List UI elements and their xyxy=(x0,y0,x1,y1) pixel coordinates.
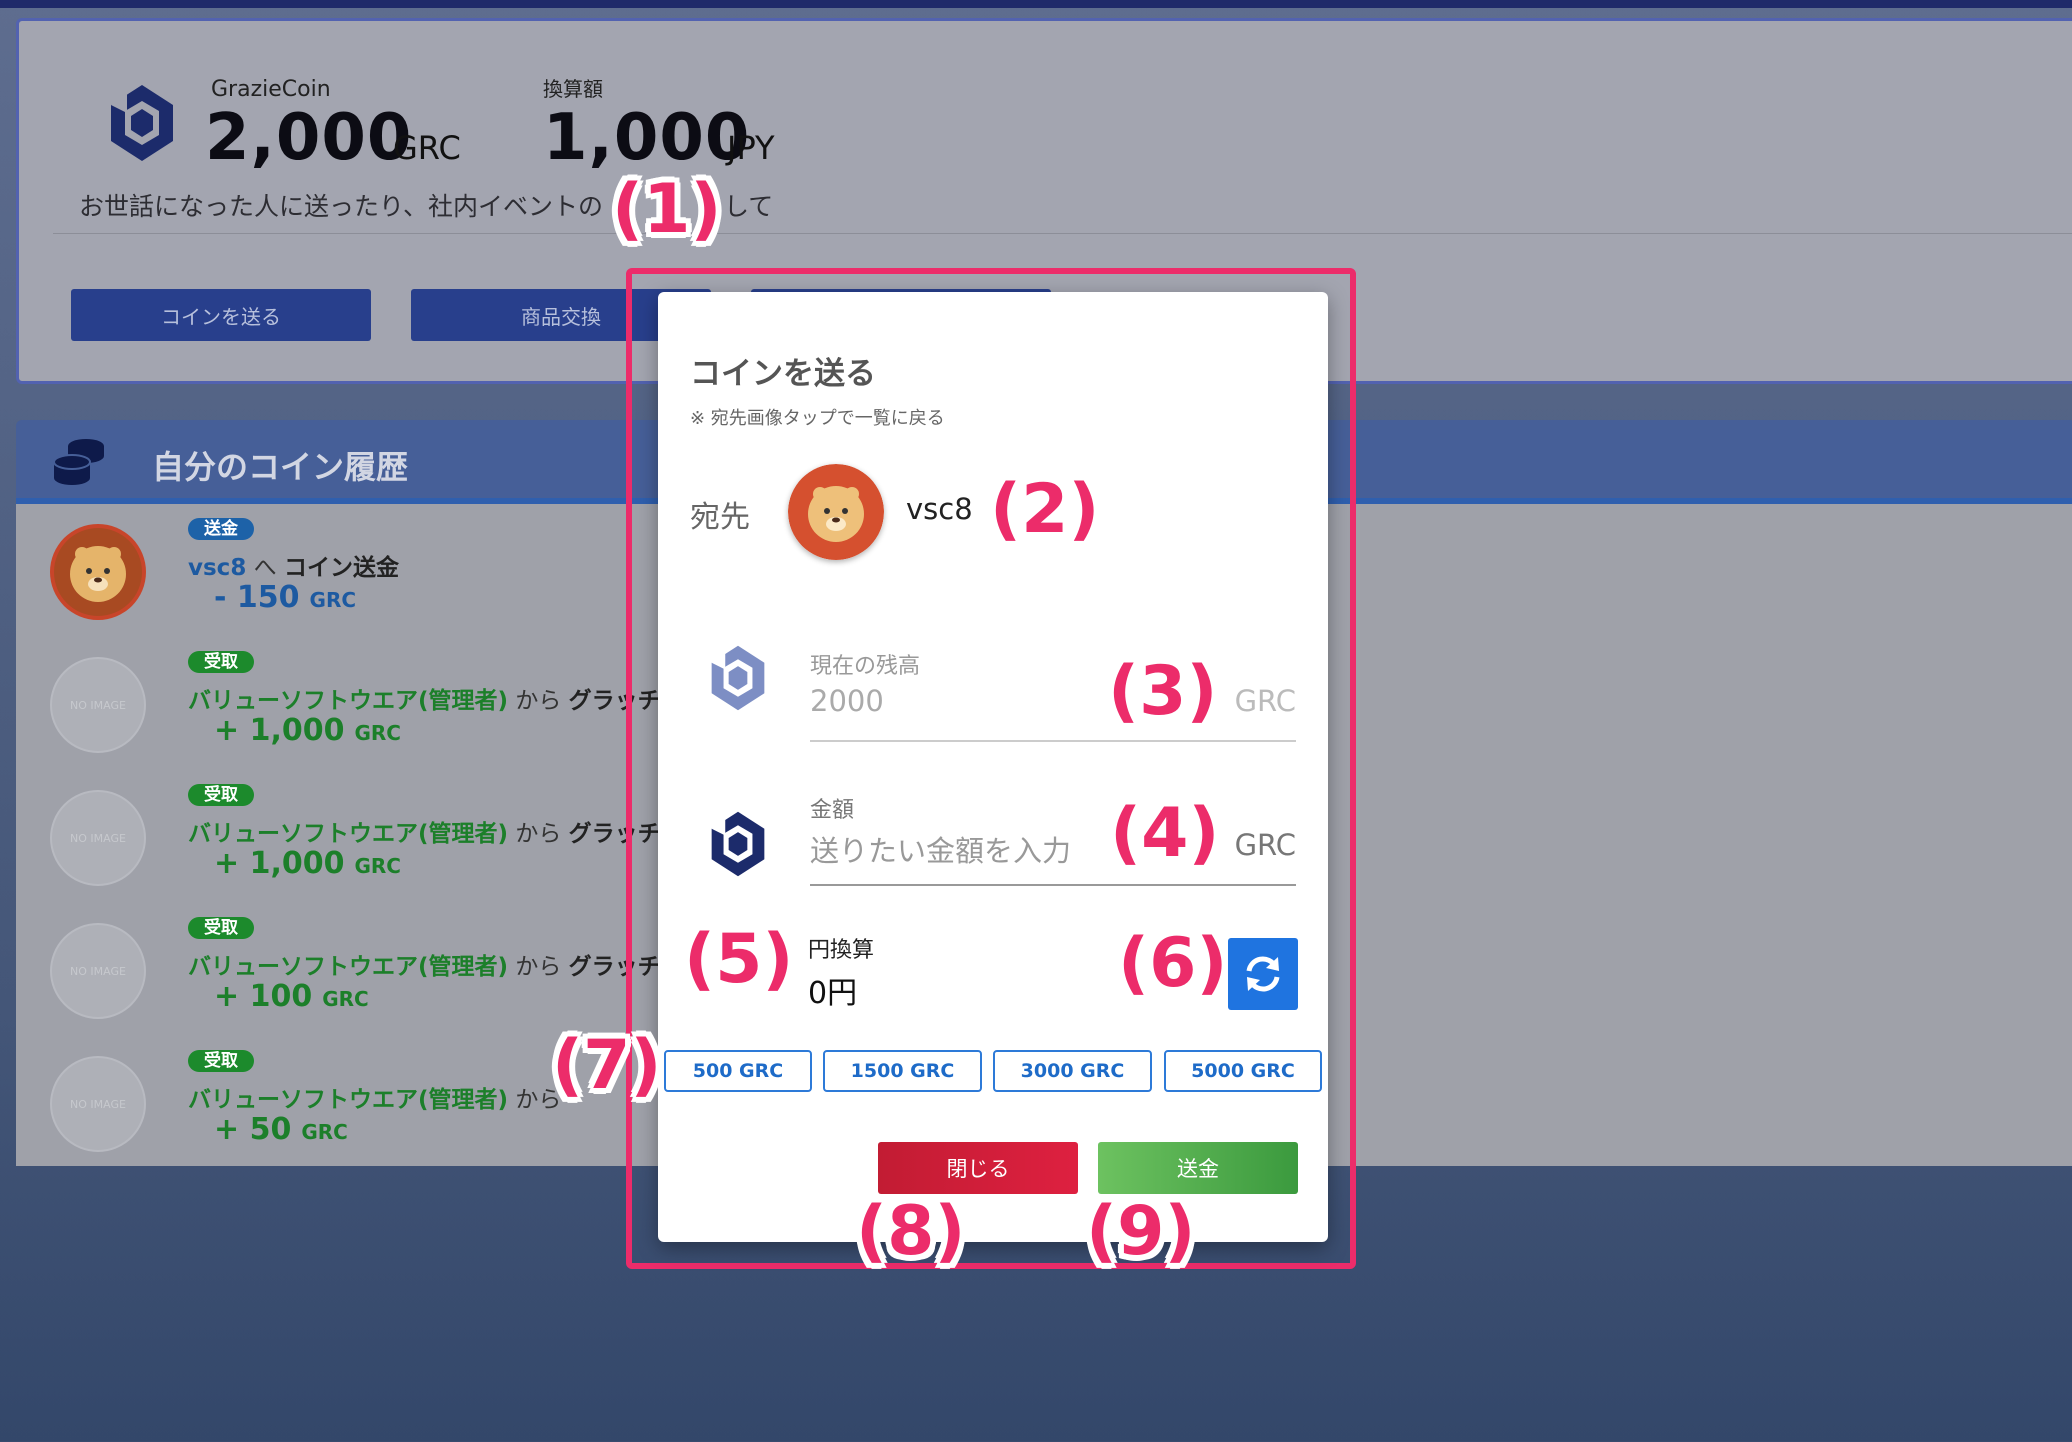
no-image-label: NO IMAGE xyxy=(70,832,126,845)
history-amount-value: + 100 xyxy=(214,979,313,1014)
amount-label: 金額 xyxy=(810,798,855,823)
no-image-label: NO IMAGE xyxy=(70,965,126,978)
history-name[interactable]: バリューソフトウエア(管理者) xyxy=(188,954,508,980)
history-amount-unit: GRC xyxy=(354,854,401,878)
no-image-avatar: NO IMAGE xyxy=(50,657,146,753)
history-connector: へ xyxy=(253,555,277,581)
description-main: お世話になった人に送ったり、社内イベントの xyxy=(79,192,604,221)
modal-title: コインを送る xyxy=(690,356,876,392)
history-connector: から xyxy=(515,954,562,980)
history-amount-unit: GRC xyxy=(322,987,369,1011)
convert-label: 換算額 xyxy=(543,77,603,101)
no-image-avatar: NO IMAGE xyxy=(50,923,146,1019)
history-line: vsc8 へ コイン送金 xyxy=(188,548,399,582)
current-balance-unit: GRC xyxy=(1234,684,1296,718)
current-balance-underline xyxy=(810,740,1296,742)
history-line: バリューソフトウエア(管理者) から グラッチ xyxy=(188,814,661,848)
destination-name: vsc8 xyxy=(906,492,973,526)
history-name[interactable]: バリューソフトウエア(管理者) xyxy=(188,688,508,714)
amount-underline xyxy=(810,884,1296,886)
callout-7: (7) xyxy=(552,1026,662,1105)
preset-3000-button[interactable]: 3000 GRC xyxy=(993,1050,1152,1092)
callout-1: (1) xyxy=(612,170,722,249)
history-amount-value: - 150 xyxy=(214,580,300,615)
preset-500-button[interactable]: 500 GRC xyxy=(664,1050,812,1092)
amount-input[interactable]: 送りたい金額を入力 xyxy=(810,828,1071,870)
history-line: バリューソフトウエア(管理者) から グラッチ xyxy=(188,947,661,981)
destination-label: 宛先 xyxy=(690,500,750,535)
card-divider xyxy=(53,233,2072,234)
coin-name: GrazieCoin xyxy=(211,77,331,102)
current-balance-label: 現在の残高 xyxy=(810,654,921,679)
grazie-coin-icon xyxy=(711,811,765,877)
history-connector: から xyxy=(515,688,562,714)
history-name[interactable]: バリューソフトウエア(管理者) xyxy=(188,821,508,847)
history-amount-unit: GRC xyxy=(301,1120,348,1144)
callout-3: (3) xyxy=(1108,652,1218,731)
current-balance-value: 2000 xyxy=(810,684,884,718)
send-coin-button[interactable]: コインを送る xyxy=(71,289,371,341)
callout-2: (2) xyxy=(990,470,1100,549)
history-title: 自分のコイン履歴 xyxy=(152,448,409,486)
lion-icon xyxy=(54,528,142,616)
history-amount-value: + 1,000 xyxy=(214,846,345,881)
grazie-coin-logo-icon xyxy=(111,85,173,161)
modal-note: ※ 宛先画像タップで一覧に戻る xyxy=(690,408,945,429)
history-amount: + 50 GRC xyxy=(214,1112,348,1147)
destination-avatar[interactable] xyxy=(788,464,884,560)
callout-9: (9) xyxy=(1086,1192,1196,1271)
refresh-button[interactable] xyxy=(1228,938,1298,1010)
history-line: バリューソフトウエア(管理者) から xyxy=(188,1080,561,1114)
history-item[interactable]: NO IMAGE 受取 バリューソフトウエア(管理者) から グラッチ + 1,… xyxy=(16,784,716,914)
history-amount-value: + 1,000 xyxy=(214,713,345,748)
close-button[interactable]: 閉じる xyxy=(878,1142,1078,1194)
history-amount-value: + 50 xyxy=(214,1112,292,1147)
history-item[interactable]: 送金 vsc8 へ コイン送金 - 150 GRC xyxy=(16,518,716,648)
history-name[interactable]: バリューソフトウエア(管理者) xyxy=(188,1087,508,1113)
no-image-avatar: NO IMAGE xyxy=(50,1056,146,1152)
refresh-icon xyxy=(1246,956,1280,992)
history-amount: - 150 GRC xyxy=(214,580,356,615)
callout-5: (5) xyxy=(684,920,794,999)
yen-value: 0円 xyxy=(808,976,858,1011)
history-badge: 受取 xyxy=(188,784,254,806)
no-image-label: NO IMAGE xyxy=(70,699,126,712)
coins-stack-icon xyxy=(53,439,104,485)
history-amount-unit: GRC xyxy=(309,588,357,612)
yen-label: 円換算 xyxy=(808,938,875,963)
lion-icon xyxy=(788,464,884,560)
history-amount: + 1,000 GRC xyxy=(214,846,401,881)
top-bar xyxy=(0,0,2072,8)
grazie-coin-icon xyxy=(711,645,765,711)
history-badge: 送金 xyxy=(188,518,254,540)
amount-unit: GRC xyxy=(1234,828,1296,862)
history-amount: + 100 GRC xyxy=(214,979,369,1014)
history-badge: 受取 xyxy=(188,1050,254,1072)
preset-1500-button[interactable]: 1500 GRC xyxy=(823,1050,982,1092)
no-image-avatar: NO IMAGE xyxy=(50,790,146,886)
send-coin-modal: コインを送る ※ 宛先画像タップで一覧に戻る 宛先 vsc8 現在の残高 200… xyxy=(658,292,1328,1242)
history-badge: 受取 xyxy=(188,651,254,673)
send-button[interactable]: 送金 xyxy=(1098,1142,1298,1194)
callout-4: (4) xyxy=(1110,794,1220,873)
coin-amount: 2,000 xyxy=(205,101,413,175)
callout-6: (6) xyxy=(1118,924,1228,1003)
preset-5000-button[interactable]: 5000 GRC xyxy=(1164,1050,1322,1092)
no-image-label: NO IMAGE xyxy=(70,1098,126,1111)
convert-unit: JPY xyxy=(727,129,775,167)
convert-amount: 1,000 xyxy=(543,101,751,175)
history-action: コイン送金 xyxy=(283,555,399,581)
history-amount-unit: GRC xyxy=(354,721,401,745)
history-amount: + 1,000 GRC xyxy=(214,713,401,748)
history-item[interactable]: NO IMAGE 受取 バリューソフトウエア(管理者) から グラッチ + 1,… xyxy=(16,651,716,781)
lion-avatar xyxy=(50,524,146,620)
history-badge: 受取 xyxy=(188,917,254,939)
callout-8: (8) xyxy=(856,1192,966,1271)
coin-unit: GRC xyxy=(393,129,461,167)
history-line: バリューソフトウエア(管理者) から グラッチ xyxy=(188,681,661,715)
history-name[interactable]: vsc8 xyxy=(188,555,246,581)
history-connector: から xyxy=(515,821,562,847)
